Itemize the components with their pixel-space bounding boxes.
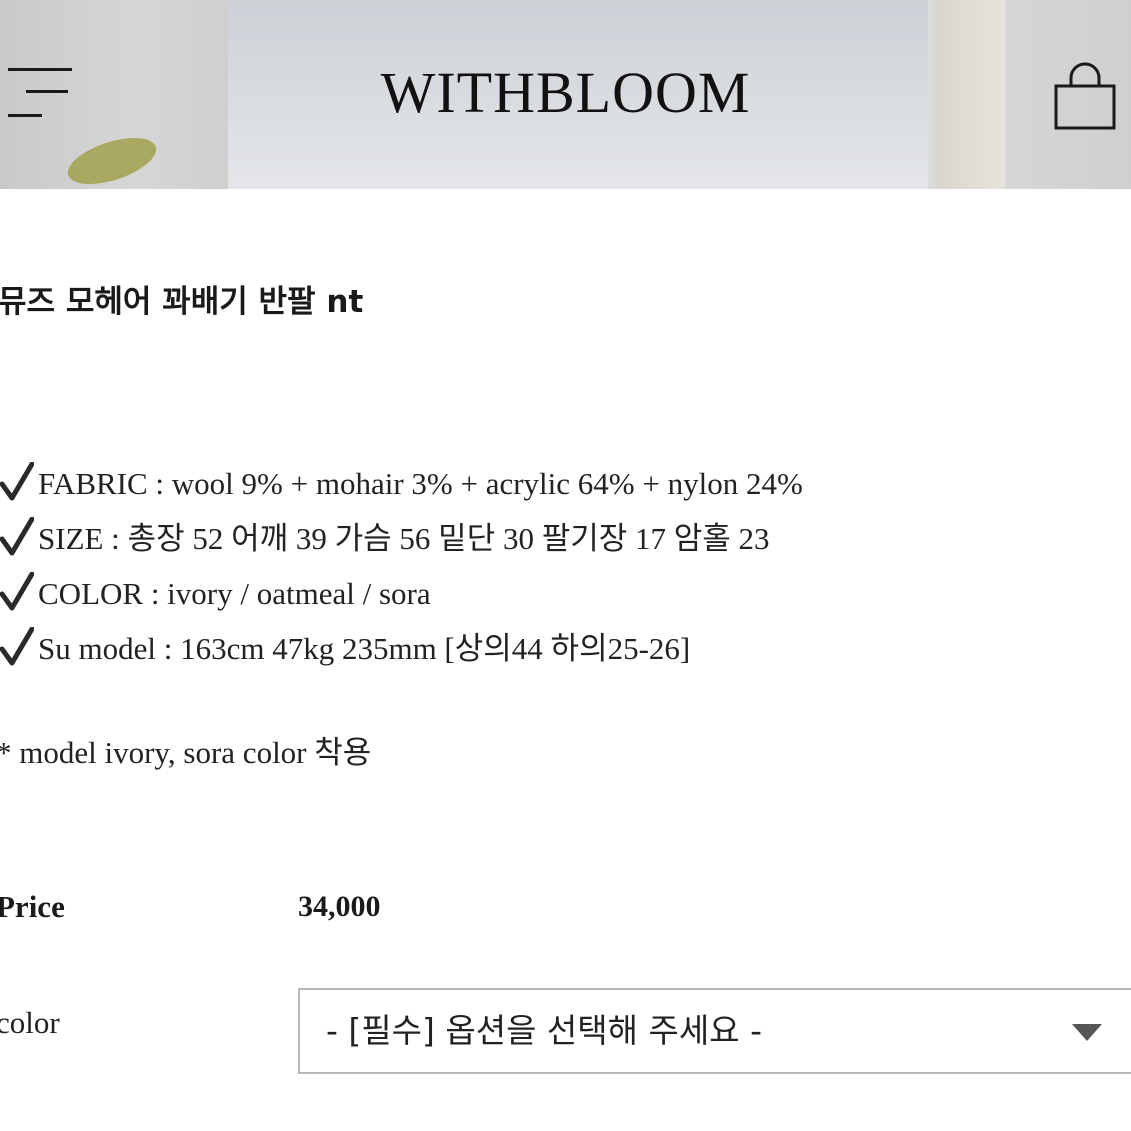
- select-value: - [필수] 옵션을 선택해 주세요 -: [326, 1011, 762, 1050]
- spec-text: FABRIC : wool 9% + mohair 3% + acrylic 6…: [38, 465, 803, 501]
- product-title: 뮤즈 모헤어 꽈배기 반팔 nt: [0, 284, 364, 320]
- header-photo: [228, 0, 928, 189]
- spec-text: COLOR : ivory / oatmeal / sora: [38, 575, 431, 611]
- spec-text: SIZE : 총장 52 어깨 39 가슴 56 밑단 30 팔기장 17 암홀…: [38, 520, 770, 556]
- spec-fabric: FABRIC : wool 9% + mohair 3% + acrylic 6…: [0, 456, 803, 511]
- color-option-select[interactable]: - [필수] 옵션을 선택해 주세요 -: [298, 988, 1131, 1074]
- shopping-bag-icon[interactable]: [1053, 62, 1117, 132]
- hamburger-menu-icon[interactable]: [8, 64, 74, 122]
- product-page: WITHBLOOM 뮤즈 모헤어 꽈배기 반팔 nt FABRIC : wool…: [0, 0, 1131, 1131]
- checkmark-icon: [0, 626, 35, 667]
- checkmark-icon: [0, 516, 35, 557]
- price-label: Price: [0, 889, 65, 924]
- leaf-decoration: [62, 128, 162, 189]
- spec-size: SIZE : 총장 52 어깨 39 가슴 56 밑단 30 팔기장 17 암홀…: [0, 511, 803, 566]
- checkmark-icon: [0, 461, 35, 502]
- checkmark-icon: [0, 571, 35, 612]
- model-note: * model ivory, sora color 착용: [0, 735, 372, 770]
- spec-text: Su model : 163cm 47kg 235mm [상의44 하의25-2…: [38, 630, 691, 666]
- header-banner: WITHBLOOM: [0, 0, 1131, 189]
- color-label: color: [0, 1005, 60, 1040]
- spec-color: COLOR : ivory / oatmeal / sora: [0, 566, 803, 621]
- spec-list: FABRIC : wool 9% + mohair 3% + acrylic 6…: [0, 456, 803, 676]
- dropdown-triangle-icon: [1072, 1024, 1102, 1041]
- spec-model: Su model : 163cm 47kg 235mm [상의44 하의25-2…: [0, 621, 803, 676]
- header-photo-edge: [935, 0, 1005, 189]
- price-value: 34,000: [298, 890, 381, 923]
